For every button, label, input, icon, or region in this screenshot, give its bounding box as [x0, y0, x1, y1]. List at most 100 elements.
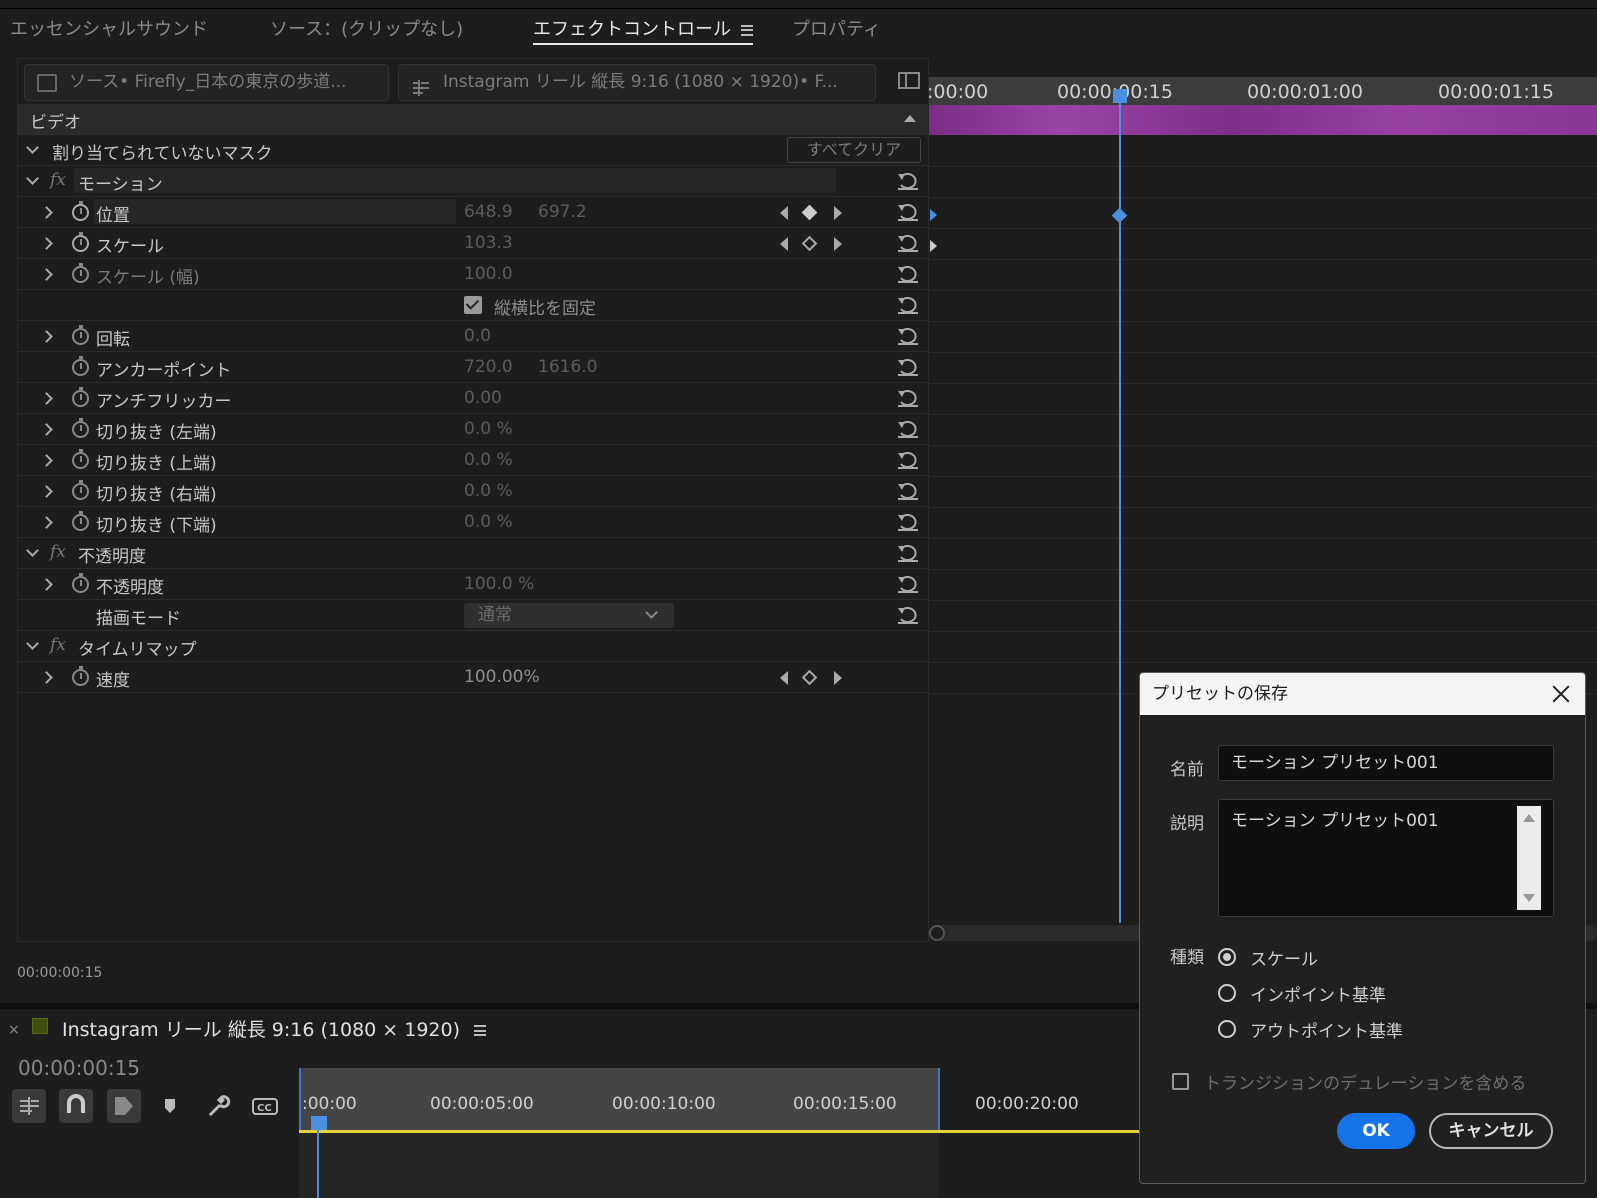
prev-keyframe-icon[interactable]: [780, 206, 788, 220]
chevron-right-icon[interactable]: [40, 330, 53, 343]
tab-essential-sound[interactable]: エッセンシャルサウンド: [10, 15, 208, 41]
chevron-right-icon[interactable]: [40, 485, 53, 498]
zoom-handle[interactable]: [929, 925, 945, 941]
linked-selection-icon[interactable]: [107, 1089, 141, 1123]
reset-icon[interactable]: [896, 420, 920, 438]
captions-icon[interactable]: CC: [248, 1089, 282, 1123]
close-icon[interactable]: [1551, 684, 1571, 704]
description-scrollbar[interactable]: [1517, 806, 1541, 910]
chevron-right-icon[interactable]: [40, 671, 53, 684]
chevron-down-icon[interactable]: [26, 637, 39, 650]
type-in-point-radio[interactable]: [1218, 984, 1236, 1002]
stopwatch-icon[interactable]: [72, 573, 89, 593]
effect-timeline-ruler[interactable]: :00:00 00:00:00:15 00:00:01:00 00:00:01:…: [929, 77, 1597, 105]
crop-right-value[interactable]: 0.0 %: [464, 481, 513, 501]
speed-row[interactable]: 速度 100.00%: [18, 662, 930, 693]
rotation-value[interactable]: 0.0: [464, 326, 491, 346]
type-out-point-radio[interactable]: [1218, 1020, 1236, 1038]
crop-left-value[interactable]: 0.0 %: [464, 419, 513, 439]
chevron-right-icon[interactable]: [40, 454, 53, 467]
stopwatch-icon[interactable]: [72, 449, 89, 469]
position-x-value[interactable]: 648.9: [464, 202, 513, 222]
reset-icon[interactable]: [896, 172, 920, 190]
speed-value[interactable]: 100.00%: [464, 667, 540, 687]
chevron-right-icon[interactable]: [40, 268, 53, 281]
fx-icon[interactable]: fx: [50, 635, 66, 655]
stopwatch-icon[interactable]: [72, 356, 89, 376]
blend-mode-dropdown[interactable]: 通常: [464, 603, 674, 628]
motion-effect-row[interactable]: fx モーション: [18, 166, 930, 197]
source-clip-selector[interactable]: ソース• Firefly_日本の東京の歩道...: [24, 64, 389, 101]
position-y-value[interactable]: 697.2: [538, 202, 587, 222]
reset-icon[interactable]: [896, 358, 920, 376]
chevron-right-icon[interactable]: [40, 206, 53, 219]
panel-menu-icon[interactable]: [474, 1025, 487, 1036]
anti-flicker-value[interactable]: 0.00: [464, 388, 502, 408]
clip-bar[interactable]: [929, 105, 1597, 135]
chevron-right-icon[interactable]: [40, 423, 53, 436]
cancel-button[interactable]: キャンセル: [1429, 1113, 1553, 1149]
opacity-value[interactable]: 100.0 %: [464, 574, 534, 594]
stopwatch-icon[interactable]: [72, 387, 89, 407]
work-area-out-marker[interactable]: [938, 1068, 940, 1130]
stopwatch-icon[interactable]: [72, 666, 89, 686]
type-scale-radio[interactable]: [1218, 948, 1236, 966]
chevron-down-icon[interactable]: [26, 544, 39, 557]
crop-top-row[interactable]: 切り抜き (上端) 0.0 %: [18, 445, 930, 476]
chevron-right-icon[interactable]: [40, 578, 53, 591]
add-keyframe-icon[interactable]: [801, 235, 818, 252]
opacity-effect-row[interactable]: fx 不透明度: [18, 538, 930, 569]
tab-source[interactable]: ソース：(クリップなし): [270, 15, 463, 41]
sequence-playhead-line[interactable]: [317, 1128, 319, 1198]
scale-width-value[interactable]: 100.0: [464, 264, 513, 284]
preset-description-textarea[interactable]: モーション プリセット001: [1218, 799, 1554, 917]
sequence-tab[interactable]: Instagram リール 縦長 9:16 (1080 × 1920): [62, 1015, 487, 1042]
rotation-row[interactable]: 回転 0.0: [18, 321, 930, 352]
reset-icon[interactable]: [896, 265, 920, 283]
fx-icon[interactable]: fx: [50, 170, 66, 190]
chevron-right-icon[interactable]: [40, 237, 53, 250]
sequence-track-area[interactable]: [299, 1133, 939, 1198]
anchor-point-row[interactable]: アンカーポイント 720.0 1616.0: [18, 352, 930, 383]
sequence-playhead-handle[interactable]: [311, 1116, 327, 1130]
anti-flicker-row[interactable]: アンチフリッカー 0.00: [18, 383, 930, 414]
panel-menu-icon[interactable]: [741, 24, 753, 36]
add-marker-icon[interactable]: [153, 1089, 187, 1123]
next-keyframe-icon[interactable]: [834, 206, 842, 220]
reset-icon[interactable]: [896, 575, 920, 593]
crop-bottom-row[interactable]: 切り抜き (下端) 0.0 %: [18, 507, 930, 538]
crop-bottom-value[interactable]: 0.0 %: [464, 512, 513, 532]
reset-icon[interactable]: [896, 544, 920, 562]
uniform-scale-checkbox[interactable]: [464, 296, 482, 314]
clear-all-button[interactable]: すべてクリア: [787, 137, 921, 163]
tab-properties[interactable]: プロパティ: [792, 15, 881, 41]
scale-width-row[interactable]: スケール (幅) 100.0: [18, 259, 930, 290]
stopwatch-icon[interactable]: [72, 511, 89, 531]
crop-right-row[interactable]: 切り抜き (右端) 0.0 %: [18, 476, 930, 507]
reset-icon[interactable]: [896, 234, 920, 252]
preset-name-input[interactable]: モーション プリセット001: [1218, 745, 1554, 781]
reset-icon[interactable]: [896, 482, 920, 500]
work-area-in-marker[interactable]: [299, 1068, 301, 1130]
chevron-down-icon[interactable]: [26, 172, 39, 185]
reset-icon[interactable]: [896, 451, 920, 469]
stopwatch-icon[interactable]: [72, 325, 89, 345]
sequence-timecode[interactable]: 00:00:00:15: [18, 1056, 140, 1080]
scale-value[interactable]: 103.3: [464, 233, 513, 253]
next-keyframe-icon[interactable]: [834, 671, 842, 685]
ok-button[interactable]: OK: [1337, 1113, 1415, 1149]
next-keyframe-icon[interactable]: [834, 237, 842, 251]
fx-icon[interactable]: fx: [50, 542, 66, 562]
opacity-row[interactable]: 不透明度 100.0 %: [18, 569, 930, 600]
reset-icon[interactable]: [896, 203, 920, 221]
prev-keyframe-icon[interactable]: [780, 237, 788, 251]
reset-icon[interactable]: [896, 296, 920, 314]
reset-icon[interactable]: [896, 327, 920, 345]
chevron-right-icon[interactable]: [40, 516, 53, 529]
stopwatch-icon[interactable]: [72, 418, 89, 438]
anchor-x-value[interactable]: 720.0: [464, 357, 513, 377]
snap-magnet-icon[interactable]: [59, 1089, 93, 1123]
anchor-y-value[interactable]: 1616.0: [538, 357, 597, 377]
wrench-icon[interactable]: [200, 1089, 234, 1123]
reset-icon[interactable]: [896, 606, 920, 624]
